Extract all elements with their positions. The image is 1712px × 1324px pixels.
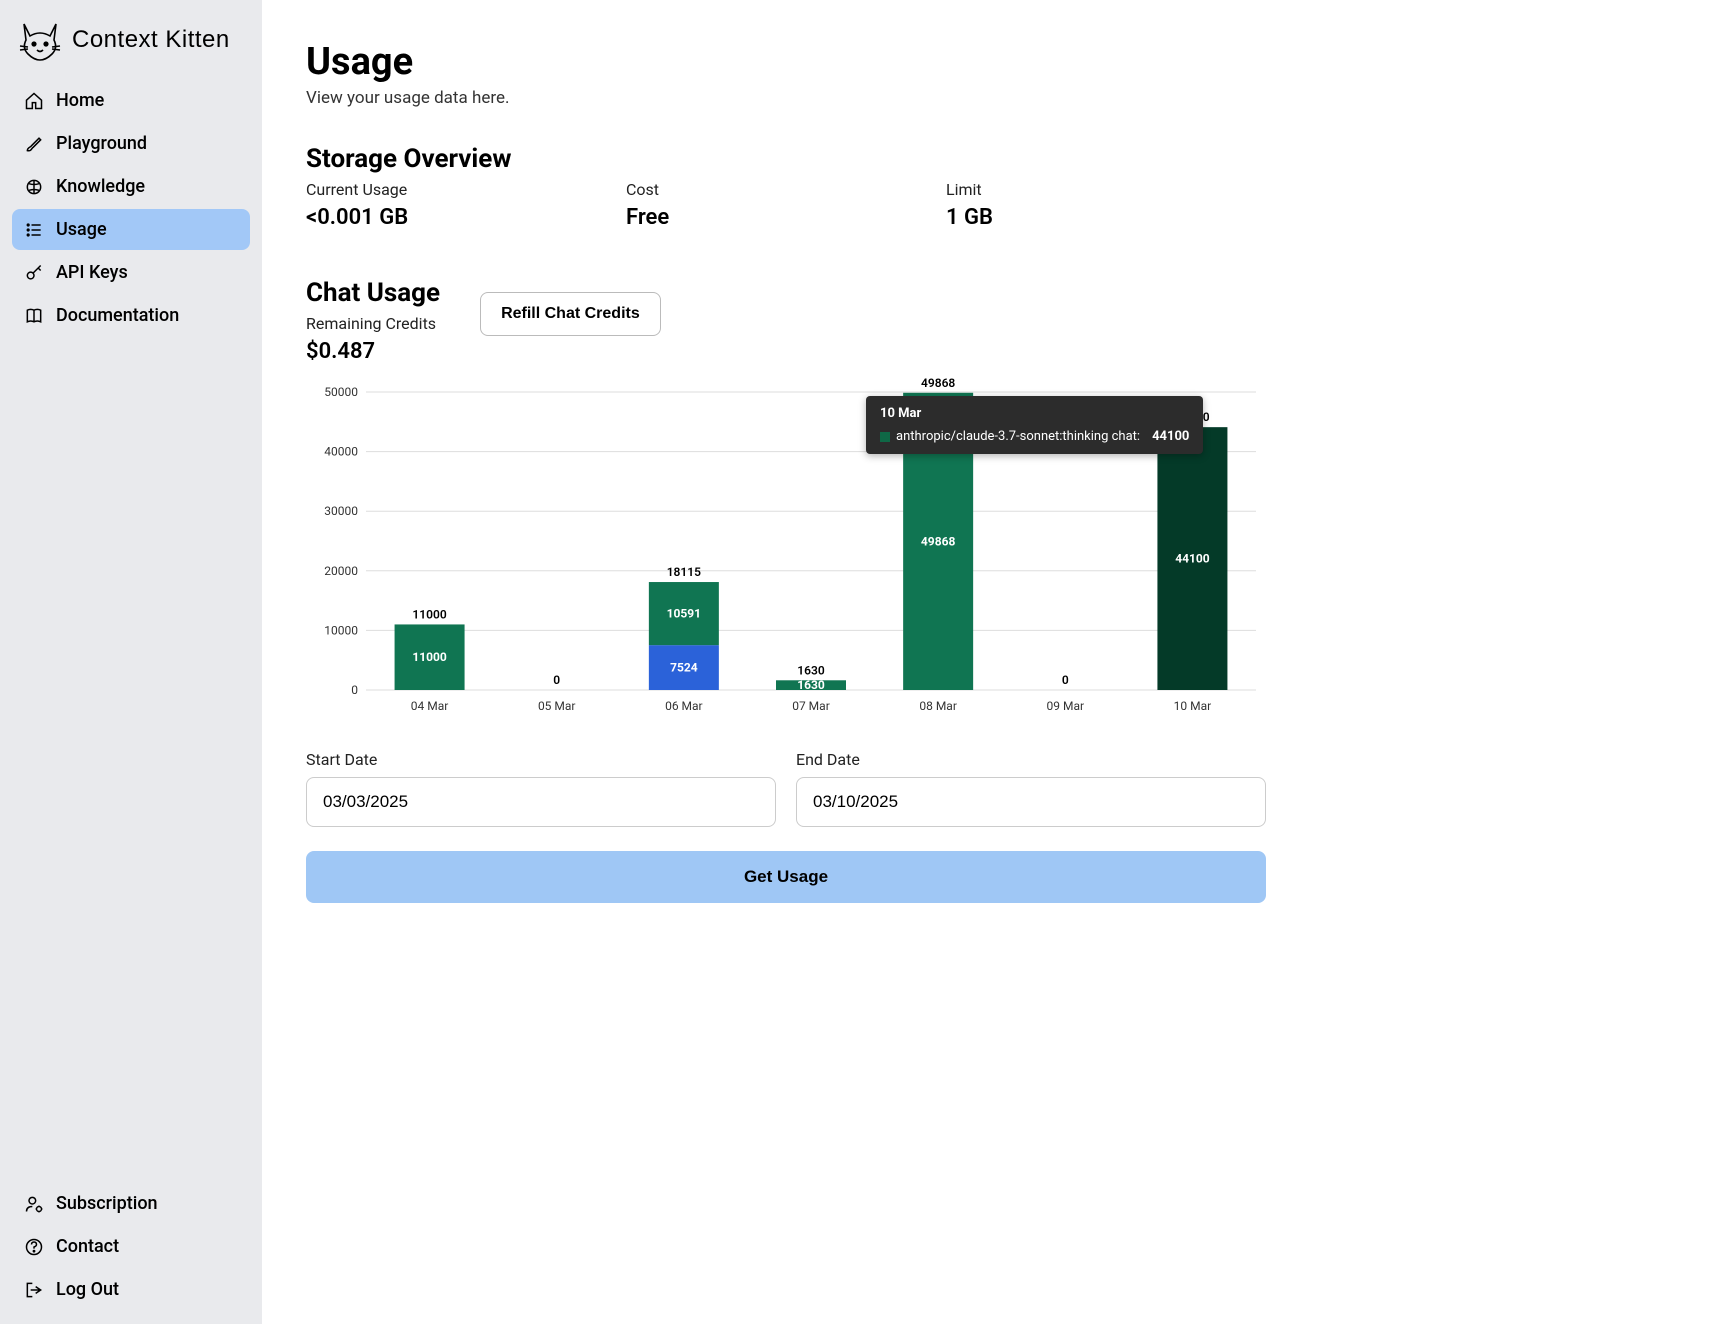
page-title: Usage <box>306 40 1668 84</box>
sidebar: Context Kitten Home Playground Knowledge… <box>0 0 262 1324</box>
end-date-label: End Date <box>796 750 1266 769</box>
svg-text:30000: 30000 <box>324 504 358 518</box>
svg-text:1630: 1630 <box>797 678 825 692</box>
usage-chart[interactable]: 0 10000 20000 30000 40000 50000 11000 11000 04 M… <box>306 378 1266 718</box>
nav-label: Contact <box>56 1236 119 1257</box>
nav-subscription[interactable]: Subscription <box>12 1183 250 1224</box>
home-icon <box>24 91 44 111</box>
storage-heading: Storage Overview <box>306 144 1668 174</box>
stat-current-usage: Current Usage <0.001 GB <box>306 180 586 230</box>
svg-text:0: 0 <box>1062 673 1069 687</box>
stat-value: <0.001 GB <box>306 205 586 230</box>
svg-text:06 Mar: 06 Mar <box>665 699 703 713</box>
nav-main: Home Playground Knowledge Usage API Keys <box>12 80 250 336</box>
stat-label: Limit <box>946 180 1226 199</box>
book-icon <box>24 306 44 326</box>
svg-text:08 Mar: 08 Mar <box>919 699 957 713</box>
key-icon <box>24 263 44 283</box>
start-date-label: Start Date <box>306 750 776 769</box>
nav-api-keys[interactable]: API Keys <box>12 252 250 293</box>
svg-text:09 Mar: 09 Mar <box>1047 699 1085 713</box>
svg-text:07 Mar: 07 Mar <box>792 699 830 713</box>
nav-label: Knowledge <box>56 176 145 197</box>
tooltip-swatch <box>880 432 890 442</box>
nav-playground[interactable]: Playground <box>12 123 250 164</box>
stat-label: Current Usage <box>306 180 586 199</box>
remaining-credits-label: Remaining Credits <box>306 314 440 333</box>
start-date-input[interactable] <box>306 777 776 827</box>
nav-label: Home <box>56 90 104 111</box>
nav-label: Playground <box>56 133 147 154</box>
stat-value: Free <box>626 205 906 230</box>
remaining-credits-value: $0.487 <box>306 339 440 364</box>
storage-stats: Current Usage <0.001 GB Cost Free Limit … <box>306 180 1668 230</box>
svg-text:0: 0 <box>351 683 358 697</box>
svg-text:49868: 49868 <box>921 378 955 390</box>
nav-home[interactable]: Home <box>12 80 250 121</box>
stat-label: Cost <box>626 180 906 199</box>
stat-limit: Limit 1 GB <box>946 180 1226 230</box>
svg-text:11000: 11000 <box>412 650 447 664</box>
cat-logo-icon <box>16 18 64 62</box>
main-content: Usage View your usage data here. Storage… <box>262 0 1712 1324</box>
page-subtitle: View your usage data here. <box>306 88 1668 108</box>
svg-text:7524: 7524 <box>670 661 698 675</box>
svg-text:04 Mar: 04 Mar <box>411 699 449 713</box>
logout-icon <box>24 1280 44 1300</box>
nav-documentation[interactable]: Documentation <box>12 295 250 336</box>
chart-tooltip: 10 Mar anthropic/claude-3.7-sonnet:think… <box>866 396 1203 454</box>
refill-credits-button[interactable]: Refill Chat Credits <box>480 292 661 336</box>
nav-label: Log Out <box>56 1279 119 1300</box>
tooltip-series: anthropic/claude-3.7-sonnet:thinking cha… <box>896 429 1140 444</box>
tooltip-value: 44100 <box>1152 429 1189 444</box>
svg-text:0: 0 <box>553 673 560 687</box>
svg-text:11000: 11000 <box>412 607 446 621</box>
svg-text:10000: 10000 <box>324 623 358 637</box>
svg-text:20000: 20000 <box>324 564 358 578</box>
svg-text:18115: 18115 <box>667 565 701 579</box>
date-range-row: Start Date End Date <box>306 750 1266 827</box>
svg-text:40000: 40000 <box>324 445 358 459</box>
stat-value: 1 GB <box>946 205 1226 230</box>
svg-text:10 Mar: 10 Mar <box>1174 699 1212 713</box>
svg-text:10591: 10591 <box>667 607 701 621</box>
nav-bottom: Subscription Contact Log Out <box>12 1183 250 1310</box>
nav-label: Subscription <box>56 1193 158 1214</box>
brain-icon <box>24 177 44 197</box>
svg-text:50000: 50000 <box>324 385 358 399</box>
nav-label: API Keys <box>56 262 128 283</box>
nav-logout[interactable]: Log Out <box>12 1269 250 1310</box>
get-usage-button[interactable]: Get Usage <box>306 851 1266 903</box>
question-circle-icon <box>24 1237 44 1257</box>
nav-label: Documentation <box>56 305 179 326</box>
chat-heading: Chat Usage <box>306 278 440 308</box>
svg-text:49868: 49868 <box>921 534 956 548</box>
stat-cost: Cost Free <box>626 180 906 230</box>
brush-icon <box>24 134 44 154</box>
user-gear-icon <box>24 1194 44 1214</box>
svg-text:1630: 1630 <box>797 663 825 677</box>
svg-text:05 Mar: 05 Mar <box>538 699 576 713</box>
tooltip-date: 10 Mar <box>880 406 1189 421</box>
svg-text:44100: 44100 <box>1175 552 1210 566</box>
logo[interactable]: Context Kitten <box>12 14 250 80</box>
end-date-input[interactable] <box>796 777 1266 827</box>
nav-knowledge[interactable]: Knowledge <box>12 166 250 207</box>
logo-text: Context Kitten <box>72 26 230 54</box>
nav-label: Usage <box>56 219 107 240</box>
nav-usage[interactable]: Usage <box>12 209 250 250</box>
nav-contact[interactable]: Contact <box>12 1226 250 1267</box>
list-icon <box>24 220 44 240</box>
